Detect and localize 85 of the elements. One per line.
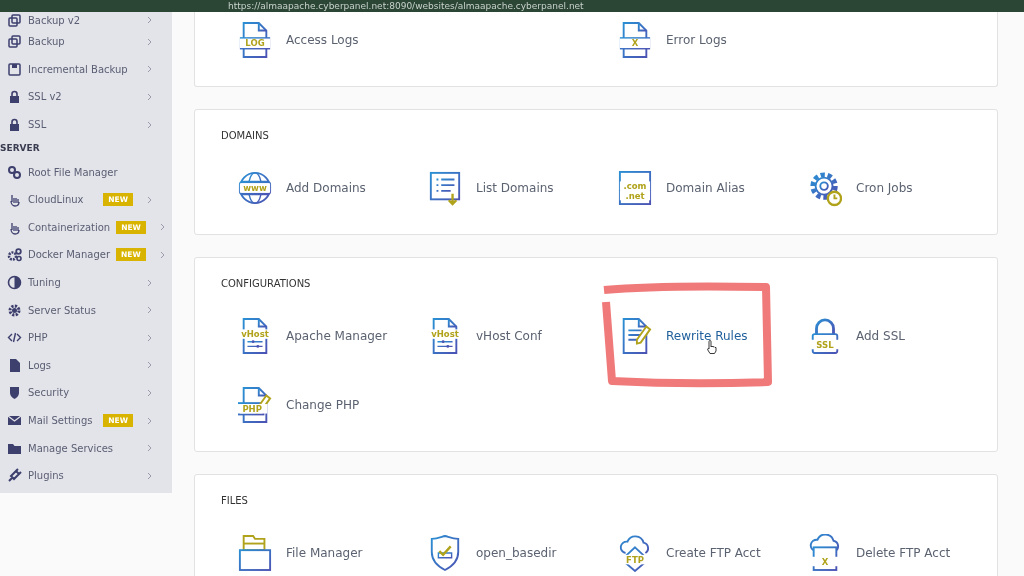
chevron-icon	[147, 416, 152, 425]
plug-icon	[7, 468, 22, 484]
file-icon	[7, 357, 22, 373]
icon-label: www	[243, 183, 267, 194]
tool-link[interactable]: Apache Manager	[286, 329, 388, 343]
chevron-icon	[147, 16, 152, 24]
mail-icon	[7, 413, 22, 428]
tool-link[interactable]: Delete FTP Acct	[856, 546, 951, 560]
sidebar-item-label[interactable]: Mail Settings	[28, 415, 98, 426]
sidebar-item-label[interactable]: Tuning	[28, 277, 133, 289]
sidebar-item-label[interactable]: Backup v2	[28, 14, 133, 26]
icon-label: .com	[623, 181, 647, 192]
chevron-icon	[147, 93, 152, 101]
tool-link[interactable]: Domain Alias	[666, 181, 745, 195]
section-title: FILES	[221, 495, 249, 507]
lock-icon	[7, 117, 22, 133]
tool-link[interactable]: Add SSL	[856, 329, 905, 343]
tool-link[interactable]: Create FTP Acct	[666, 546, 761, 560]
chevron-icon	[147, 65, 152, 74]
sidebar-item-label[interactable]: Security	[28, 387, 133, 399]
link-icon	[7, 164, 22, 180]
chevron-icon	[147, 195, 152, 204]
icon-label: LOG	[245, 38, 265, 49]
folder-icon[interactable]	[238, 534, 272, 572]
sidebar-item-label[interactable]: SSL	[28, 119, 133, 131]
tool-link[interactable]: File Manager	[286, 546, 363, 560]
section-title: DOMAINS	[221, 130, 270, 142]
icon-label: FTP	[626, 554, 644, 565]
shield-check-icon[interactable]	[428, 534, 462, 572]
gear-clock-icon[interactable]	[808, 169, 842, 207]
list-icon[interactable]	[428, 169, 462, 207]
chevron-icon	[147, 444, 152, 453]
chevron-icon	[159, 250, 165, 259]
tool-link[interactable]: Error Logs	[666, 33, 727, 47]
section-title: CONFIGURATIONS	[221, 278, 312, 290]
hand-cursor-icon	[706, 340, 718, 354]
sidebar-item-label[interactable]: Incremental Backup	[28, 63, 133, 75]
copy-icon	[7, 34, 22, 50]
sidebar-item-label[interactable]: Docker Manager	[28, 249, 111, 261]
tool-link[interactable]: Rewrite Rules	[666, 329, 748, 343]
hand-icon	[7, 192, 22, 208]
sidebar-item-label[interactable]: Manage Services	[28, 442, 133, 454]
chevron-icon	[147, 306, 152, 315]
sidebar-item-label[interactable]: Backup	[28, 36, 133, 48]
copy-icon	[7, 12, 22, 28]
icon-label: vHost	[431, 329, 459, 340]
chevron-icon	[147, 361, 152, 370]
tool-link[interactable]: Change PHP	[286, 398, 360, 412]
tool-link[interactable]: vHost Conf	[476, 329, 542, 343]
sidebar-item-label[interactable]: Root File Manager	[28, 166, 133, 178]
gear-icon	[7, 302, 22, 318]
sidebar-item-label[interactable]: SSL v2	[28, 91, 133, 103]
browser-window-icon[interactable]: .com .net	[618, 169, 652, 207]
icon-label: .net	[625, 190, 645, 201]
sidebar-item-label[interactable]: CloudLinux	[28, 194, 98, 206]
chevron-icon	[147, 333, 152, 342]
icon-label: X	[821, 556, 829, 567]
sidebar-item-label[interactable]: PHP	[28, 332, 133, 344]
sidebar-item-label[interactable]: Plugins	[28, 470, 133, 482]
chevron-icon	[147, 37, 152, 46]
sidebar-item-label[interactable]: Containerization	[28, 221, 111, 233]
sidebar-item-label[interactable]: Server Status	[28, 304, 133, 316]
icon-label: X	[631, 38, 639, 49]
icon-label: PHP	[242, 403, 262, 414]
tool-link[interactable]: Access Logs	[286, 33, 359, 47]
tool-link[interactable]: Add Domains	[286, 181, 366, 195]
lock-icon	[7, 89, 22, 105]
chevron-icon	[147, 471, 152, 480]
sidebar-item-label[interactable]: Logs	[28, 359, 133, 371]
sidebar-heading: SERVER	[0, 142, 41, 156]
chevron-icon	[147, 278, 152, 287]
chevron-icon	[147, 120, 152, 129]
tool-link[interactable]: List Domains	[476, 181, 554, 195]
shield-icon	[7, 385, 22, 401]
icon-label: vHost	[241, 329, 269, 340]
contrast-icon	[7, 275, 22, 291]
gears-icon	[7, 247, 22, 263]
chevron-icon	[159, 223, 165, 232]
save-icon	[7, 61, 22, 77]
chevron-icon	[147, 388, 152, 397]
globe-icon[interactable]: www	[238, 169, 272, 207]
tool-link[interactable]: Cron Jobs	[856, 181, 913, 195]
tool-link[interactable]: open_basedir	[476, 546, 557, 560]
icon-label: SSL	[816, 339, 834, 350]
address-bar-url[interactable]: https://almaapache.cyberpanel.net:8090/websites/almaapache.cyberpanel.net	[228, 1, 584, 11]
